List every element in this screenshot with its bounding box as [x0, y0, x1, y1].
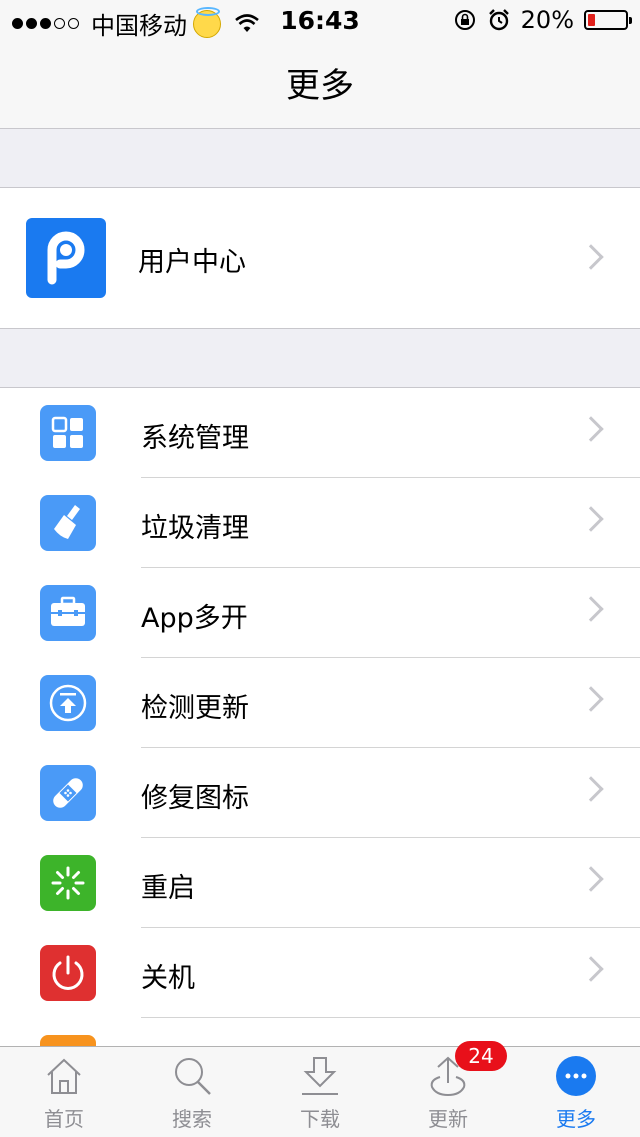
power-icon: [40, 945, 96, 1001]
chevron-right-icon: [578, 506, 604, 532]
menu-item-check-update[interactable]: 检测更新: [0, 658, 640, 748]
chevron-right-icon: [578, 596, 604, 622]
menu-item-junk-clean[interactable]: 垃圾清理: [0, 478, 640, 568]
search-icon: [175, 1058, 211, 1095]
tab-label: 更多: [556, 1107, 596, 1131]
menu-item-shutdown[interactable]: 关机: [0, 928, 640, 1018]
toolbox-icon: [40, 585, 96, 641]
upload-circle-icon: [40, 675, 96, 731]
navigation-bar: 更多: [0, 40, 640, 129]
spinner-icon: [40, 855, 96, 911]
menu-item-label: 关机: [141, 963, 195, 994]
status-right: 20%: [453, 6, 632, 34]
chevron-right-icon: [578, 244, 604, 270]
pp-logo-icon: [26, 218, 106, 298]
user-center-label: 用户中心: [138, 247, 246, 278]
menu-item-repair-icon[interactable]: 修复图标: [0, 748, 640, 838]
house-icon: [47, 1058, 81, 1094]
menu-item-app-multi[interactable]: App多开: [0, 568, 640, 658]
chevron-right-icon: [578, 686, 604, 712]
alarm-icon: [488, 9, 509, 31]
tab-label: 首页: [44, 1107, 84, 1131]
menu-item-label: 垃圾清理: [141, 513, 249, 544]
status-bar: 中国移动 16:43 20%: [0, 0, 640, 40]
page-title: 更多: [286, 66, 354, 106]
grid-icon: [40, 405, 96, 461]
menu-item-label: 检测更新: [141, 693, 249, 724]
menu-item-label: 系统管理: [141, 423, 249, 454]
tab-download[interactable]: 下载: [256, 1047, 384, 1137]
chevron-right-icon: [578, 416, 604, 442]
tab-home[interactable]: 首页: [0, 1047, 128, 1137]
tab-search[interactable]: 搜索: [128, 1047, 256, 1137]
battery-percent: 20%: [520, 6, 574, 34]
bandage-icon: [40, 765, 96, 821]
chevron-right-icon: [578, 956, 604, 982]
tab-more[interactable]: 更多: [512, 1047, 640, 1137]
tab-bar: 首页 搜索 下载 24 更新 更多: [0, 1041, 640, 1137]
chevron-right-icon: [578, 776, 604, 802]
menu-item-label: App多开: [141, 603, 248, 634]
user-center-row[interactable]: 用户中心: [0, 188, 640, 328]
menu-item-label: 修复图标: [141, 783, 249, 814]
download-icon: [302, 1057, 338, 1095]
tab-label: 下载: [300, 1107, 340, 1131]
more-dots-icon: [556, 1056, 596, 1096]
rotation-lock-icon: [454, 10, 475, 30]
menu-item-restart[interactable]: 重启: [0, 838, 640, 928]
tab-update[interactable]: 24 更新: [384, 1041, 512, 1137]
battery-level: [588, 14, 595, 26]
tab-label: 搜索: [172, 1107, 212, 1131]
menu-item-system-manage[interactable]: 系统管理: [0, 388, 640, 478]
tab-label: 更新: [428, 1107, 468, 1131]
menu-item-label: 重启: [141, 873, 195, 904]
chevron-right-icon: [578, 866, 604, 892]
update-count-badge: 24: [455, 1041, 507, 1071]
menu-group: 系统管理 垃圾清理 App多开 检测更新 修复图标 重启 关机: [0, 387, 640, 1108]
user-center-group: 用户中心: [0, 187, 640, 329]
broom-icon: [40, 495, 96, 551]
battery-icon: [584, 10, 632, 30]
